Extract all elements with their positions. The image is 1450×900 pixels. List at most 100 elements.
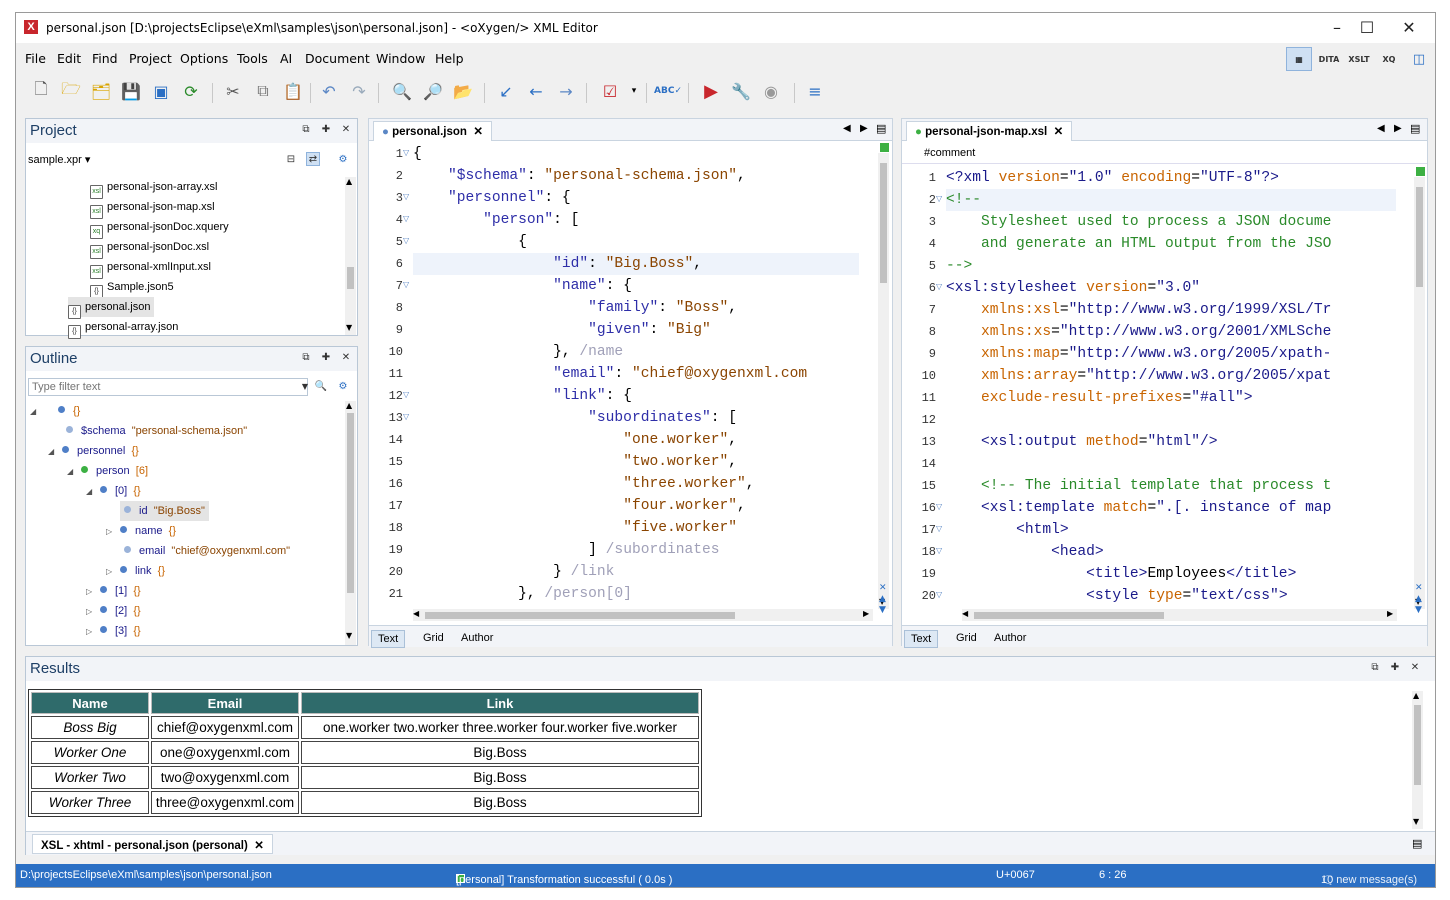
fold-toggle-icon[interactable]: ▽ <box>936 502 942 511</box>
editor-hscroll[interactable]: ◀ ▶ <box>962 609 1397 621</box>
outline-node[interactable]: ◢ personnel {} <box>48 441 139 461</box>
mode-tab-grid[interactable]: Grid <box>417 630 450 646</box>
filter-dropdown-icon[interactable]: ▼ <box>298 380 312 394</box>
scroll-up-icon[interactable]: ▲ <box>346 177 352 186</box>
collapse-all-icon[interactable]: ⊟ <box>284 153 298 167</box>
menu-window[interactable]: Window <box>376 51 425 66</box>
collapse-toggle-icon[interactable]: ▷ <box>106 562 120 582</box>
expand-toggle-icon[interactable]: ◢ <box>48 442 62 462</box>
paste-icon[interactable]: 📋 <box>281 79 305 103</box>
scroll-right-icon[interactable]: ▶ <box>1387 609 1393 618</box>
maximize-icon[interactable]: ☐ <box>1352 17 1382 39</box>
close-tab-icon[interactable]: ✕ <box>254 840 264 852</box>
cut-icon[interactable]: ✂ <box>221 79 245 103</box>
close-panel-icon[interactable]: ✕ <box>339 123 353 137</box>
outline-filter-input[interactable] <box>28 378 308 396</box>
expand-toggle-icon[interactable]: ◢ <box>86 482 100 502</box>
fold-toggle-icon[interactable]: ▽ <box>936 194 942 203</box>
expand-toggle-icon[interactable]: ◢ <box>30 402 44 422</box>
fold-toggle-icon[interactable]: ▽ <box>936 524 942 533</box>
collapse-toggle-icon[interactable]: ▷ <box>86 602 100 622</box>
pin-icon[interactable]: ✚ <box>319 351 333 365</box>
scroll-up-icon[interactable]: ▲ <box>1413 691 1419 700</box>
close-icon[interactable]: ✕ <box>1394 17 1424 39</box>
fold-toggle-icon[interactable]: ▽ <box>403 412 409 421</box>
pin-icon[interactable]: ✚ <box>319 123 333 137</box>
scroll-thumb[interactable] <box>347 267 354 289</box>
tab-scroll-right-icon[interactable]: ▶ <box>860 123 868 134</box>
project-file-item[interactable]: xq personal-jsonDoc.xquery <box>90 217 229 239</box>
fold-toggle-icon[interactable]: ▽ <box>936 546 942 555</box>
project-file-item[interactable]: xsl personal-xmlInput.xsl <box>90 257 211 279</box>
outline-node[interactable]: ◢ person [6] <box>67 461 148 481</box>
fold-toggle-icon[interactable]: ▽ <box>403 214 409 223</box>
go-to-modification-icon[interactable]: ↙ <box>494 79 518 103</box>
outline-node[interactable]: ▷ [2] {} <box>86 601 141 621</box>
mode-tab-author[interactable]: Author <box>455 630 499 646</box>
scroll-down-icon[interactable]: ▼ <box>346 323 352 332</box>
mode-tab-author[interactable]: Author <box>988 630 1032 646</box>
fold-toggle-icon[interactable]: ▽ <box>403 390 409 399</box>
open-find-resource-icon[interactable]: 📂 <box>451 79 475 103</box>
tab-scroll-left-icon[interactable]: ◀ <box>843 123 851 134</box>
collapse-toggle-icon[interactable]: ▷ <box>106 522 120 542</box>
restore-icon[interactable]: ⧉ <box>299 351 313 365</box>
project-file-item[interactable]: xsl personal-json-map.xsl <box>90 197 215 219</box>
project-scrollbar[interactable]: ▲ ▼ <box>345 177 356 335</box>
tab-list-icon[interactable]: ▤ <box>1412 837 1422 850</box>
scroll-thumb[interactable] <box>974 612 1164 619</box>
tab-scroll-right-icon[interactable]: ▶ <box>1394 123 1402 134</box>
outline-node[interactable]: ▷ [3] {} <box>86 621 141 641</box>
project-file-item[interactable]: {} personal.json <box>68 297 155 319</box>
open-folder-icon[interactable]: 🗁 <box>59 79 83 103</box>
find-in-files-icon[interactable]: 🔎 <box>421 79 445 103</box>
open-url-icon[interactable]: 🗂 <box>89 79 113 103</box>
menu-edit[interactable]: Edit <box>57 51 81 66</box>
code-area[interactable]: { "$schema": "personal-schema.json", "pe… <box>413 143 859 609</box>
outline-node[interactable]: ▷ name {} <box>106 521 176 541</box>
code-area[interactable]: <?xml version="1.0" encoding="UTF-8"?> <!… <box>946 167 1396 609</box>
fold-toggle-icon[interactable]: ▽ <box>936 282 942 291</box>
outline-node[interactable]: ▷ link {} <box>106 561 165 581</box>
mode-tab-grid[interactable]: Grid <box>950 630 983 646</box>
editor-hscroll[interactable]: ◀ ▶ <box>413 609 873 621</box>
format-indent-icon[interactable]: ≡ <box>803 79 827 103</box>
fold-toggle-icon[interactable]: ▽ <box>403 192 409 201</box>
project-file-item[interactable]: {} personal-array.json <box>68 317 178 339</box>
pin-icon[interactable]: ✚ <box>1388 661 1402 675</box>
editor-vscroll[interactable]: ▼ <box>1414 177 1425 609</box>
results-tab[interactable]: XSL - xhtml - personal.json (personal) ✕ <box>32 834 273 854</box>
find-icon[interactable]: 🔍 <box>390 79 414 103</box>
search-icon[interactable]: 🔍 <box>314 380 328 394</box>
link-with-editor-icon[interactable]: ⇄ <box>306 152 320 166</box>
close-panel-icon[interactable]: ✕ <box>1408 661 1422 675</box>
mode-tab-text[interactable]: Text <box>371 630 406 648</box>
outline-node-selected[interactable]: id "Big.Boss" <box>120 501 209 521</box>
menu-document[interactable]: Document <box>305 51 370 66</box>
menu-help[interactable]: Help <box>435 51 464 66</box>
tab-list-icon[interactable]: ▤ <box>876 122 886 135</box>
fold-toggle-icon[interactable]: ▽ <box>403 148 409 157</box>
scroll-thumb[interactable] <box>425 612 735 619</box>
xslt-perspective-icon[interactable]: XSLT <box>1346 47 1372 71</box>
dita-perspective-icon[interactable]: DITA <box>1316 47 1342 71</box>
undo-icon[interactable]: ↶ <box>317 79 341 103</box>
project-selector[interactable]: sample.xpr ▾ <box>28 153 90 166</box>
xquery-perspective-icon[interactable]: XQ <box>1376 47 1402 71</box>
editor-perspective-icon[interactable]: ▦ <box>1286 47 1312 71</box>
project-file-item[interactable]: {} Sample.json5 <box>90 277 174 299</box>
tab-scroll-left-icon[interactable]: ◀ <box>1377 123 1385 134</box>
scroll-left-icon[interactable]: ◀ <box>413 609 419 618</box>
scroll-left-icon[interactable]: ◀ <box>962 609 968 618</box>
settings-icon[interactable]: ⚙ <box>336 380 350 394</box>
copy-icon[interactable]: ⧉ <box>251 79 275 103</box>
scroll-up-icon[interactable]: ▲ <box>346 401 352 410</box>
fold-toggle-icon[interactable]: ▽ <box>936 590 942 599</box>
back-icon[interactable]: ← <box>524 79 548 103</box>
scroll-thumb[interactable] <box>347 413 354 593</box>
collapse-toggle-icon[interactable]: ▷ <box>86 582 100 602</box>
restore-icon[interactable]: ⧉ <box>299 123 313 137</box>
problems-nav-icons[interactable]: ✕ ▲ ▼ <box>879 583 887 616</box>
close-tab-icon[interactable]: ✕ <box>1054 126 1064 138</box>
breadcrumb-item[interactable]: #comment <box>924 147 975 159</box>
